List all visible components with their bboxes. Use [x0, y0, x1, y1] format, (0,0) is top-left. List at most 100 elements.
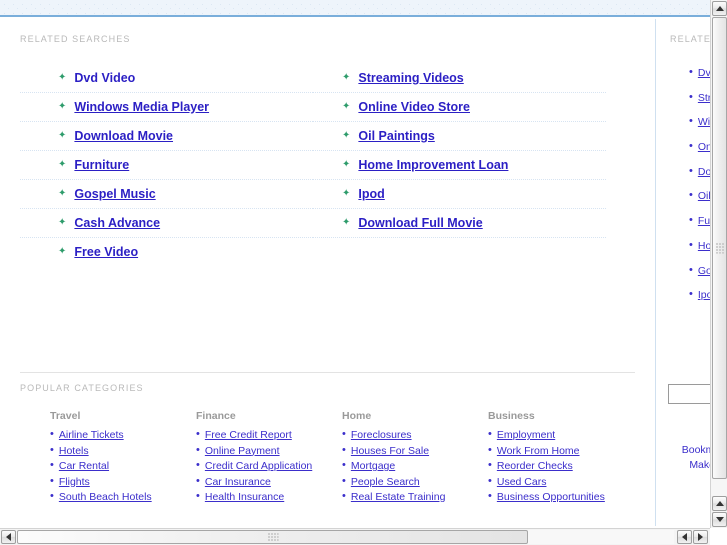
related-search-item[interactable]: ✦ Home Improvement Loan — [313, 151, 606, 180]
related-search-item[interactable]: ✦ Windows Media Player — [20, 93, 313, 122]
list-item[interactable]: • People Search — [342, 475, 488, 488]
related-search-link[interactable]: Ipod — [358, 187, 384, 201]
list-item[interactable]: • Work From Home — [488, 444, 634, 457]
horizontal-scroll-thumb[interactable] — [17, 530, 528, 544]
category-link[interactable]: Mortgage — [351, 460, 395, 472]
related-search-item[interactable]: ✦ Dvd Video — [20, 64, 313, 93]
list-item[interactable]: • Go — [689, 264, 710, 290]
category-link[interactable]: Employment — [497, 429, 555, 441]
side-rail-link[interactable]: Dv — [698, 67, 710, 79]
side-rail-link[interactable]: Str — [698, 92, 710, 104]
related-search-item[interactable]: ✦ Download Full Movie — [313, 209, 606, 238]
side-rail-link[interactable]: Oil — [698, 190, 710, 202]
category-link[interactable]: Flights — [59, 476, 90, 488]
scroll-up-button-secondary[interactable] — [712, 496, 727, 511]
category-link[interactable]: Car Insurance — [205, 476, 271, 488]
scroll-left-button[interactable] — [1, 530, 16, 544]
category-link[interactable]: Hotels — [59, 445, 89, 457]
category-link[interactable]: Used Cars — [497, 476, 547, 488]
related-search-item[interactable]: ✦ Ipod — [313, 180, 606, 209]
list-item[interactable]: • Business Opportunities — [488, 491, 634, 504]
category-link[interactable]: Free Credit Report — [205, 429, 292, 441]
vertical-scrollbar[interactable] — [710, 0, 727, 528]
list-item[interactable]: • Car Rental — [50, 460, 196, 473]
list-item[interactable]: • Car Insurance — [196, 475, 342, 488]
scroll-left-button-secondary[interactable] — [677, 530, 692, 544]
category-link[interactable]: Work From Home — [497, 445, 580, 457]
list-item[interactable]: • Online Payment — [196, 444, 342, 457]
related-search-link[interactable]: Online Video Store — [358, 100, 470, 114]
related-search-link[interactable]: Oil Paintings — [358, 129, 434, 143]
side-rail-link[interactable]: Fu — [698, 215, 710, 227]
related-search-link[interactable]: Dvd Video — [74, 71, 135, 85]
category-link[interactable]: South Beach Hotels — [59, 491, 152, 503]
category-link[interactable]: Foreclosures — [351, 429, 412, 441]
list-item[interactable]: • Str — [689, 91, 710, 117]
side-rail-link[interactable]: Do — [698, 166, 710, 178]
related-search-item[interactable]: ✦ Free Video — [20, 238, 313, 267]
related-search-link[interactable]: Download Full Movie — [358, 216, 482, 230]
related-search-link[interactable]: Furniture — [74, 158, 129, 172]
list-item[interactable]: • Used Cars — [488, 475, 634, 488]
list-item[interactable]: • Oil — [689, 190, 710, 215]
related-search-item[interactable]: ✦ Streaming Videos — [313, 64, 606, 93]
related-search-link[interactable]: Cash Advance — [74, 216, 160, 230]
horizontal-scrollbar[interactable] — [0, 528, 710, 545]
side-rail-link[interactable]: On — [698, 141, 710, 153]
list-item[interactable]: • South Beach Hotels — [50, 491, 196, 504]
list-item[interactable]: • Employment — [488, 429, 634, 442]
scroll-up-button[interactable] — [712, 1, 727, 16]
make-homepage-link[interactable]: Make thi — [669, 459, 710, 471]
list-item[interactable]: • Free Credit Report — [196, 429, 342, 442]
list-item[interactable]: • Real Estate Training — [342, 491, 488, 504]
list-item[interactable]: • Mortgage — [342, 460, 488, 473]
category-link[interactable]: Credit Card Application — [205, 460, 312, 472]
category-link[interactable]: Reorder Checks — [497, 460, 573, 472]
category-link[interactable]: Car Rental — [59, 460, 109, 472]
side-rail-link[interactable]: Wi — [698, 116, 710, 128]
category-link[interactable]: Real Estate Training — [351, 491, 446, 503]
list-item[interactable]: • Wi — [689, 116, 710, 141]
side-rail-link[interactable]: Ipo — [698, 289, 710, 301]
category-link[interactable]: People Search — [351, 476, 420, 488]
list-item[interactable]: • Dv — [689, 67, 710, 92]
scroll-down-button[interactable] — [712, 512, 727, 527]
bookmark-link[interactable]: Bookmark — [669, 444, 710, 456]
related-search-item[interactable]: ✦ Cash Advance — [20, 209, 313, 238]
category-link[interactable]: Houses For Sale — [351, 445, 429, 457]
horizontal-scroll-track[interactable] — [17, 530, 674, 544]
list-item[interactable]: • Airline Tickets — [50, 429, 196, 442]
list-item[interactable]: • Ipo — [689, 289, 710, 314]
related-search-link[interactable]: Windows Media Player — [74, 100, 209, 114]
side-rail-link[interactable]: Go — [698, 265, 710, 277]
list-item[interactable]: • Do — [689, 165, 710, 191]
category-link[interactable]: Health Insurance — [205, 491, 284, 503]
list-item[interactable]: • Fu — [689, 215, 710, 240]
related-search-link[interactable]: Home Improvement Loan — [358, 158, 508, 172]
list-item[interactable]: • Credit Card Application — [196, 460, 342, 473]
category-link[interactable]: Airline Tickets — [59, 429, 124, 441]
related-search-link[interactable]: Download Movie — [74, 129, 173, 143]
related-search-link[interactable]: Streaming Videos — [358, 71, 463, 85]
side-rail-link[interactable]: Ho — [698, 240, 710, 252]
list-item[interactable]: • Houses For Sale — [342, 444, 488, 457]
list-item[interactable]: • Foreclosures — [342, 429, 488, 442]
related-search-item[interactable]: ✦ Download Movie — [20, 122, 313, 151]
list-item[interactable]: • Ho — [689, 239, 710, 265]
vertical-scroll-thumb[interactable] — [712, 17, 727, 479]
category-link[interactable]: Online Payment — [205, 445, 280, 457]
list-item[interactable]: • Reorder Checks — [488, 460, 634, 473]
category-link[interactable]: Business Opportunities — [497, 491, 605, 503]
related-search-item[interactable]: ✦ Oil Paintings — [313, 122, 606, 151]
list-item[interactable]: • On — [689, 141, 710, 166]
scroll-right-button[interactable] — [693, 530, 708, 544]
related-search-item[interactable]: ✦ Gospel Music — [20, 180, 313, 209]
related-search-item[interactable]: ✦ Furniture — [20, 151, 313, 180]
list-item[interactable]: • Flights — [50, 475, 196, 488]
list-item[interactable]: • Health Insurance — [196, 491, 342, 504]
search-input[interactable] — [668, 384, 710, 404]
related-search-link[interactable]: Free Video — [74, 245, 138, 259]
related-search-link[interactable]: Gospel Music — [74, 187, 155, 201]
list-item[interactable]: • Hotels — [50, 444, 196, 457]
related-search-item[interactable]: ✦ Online Video Store — [313, 93, 606, 122]
